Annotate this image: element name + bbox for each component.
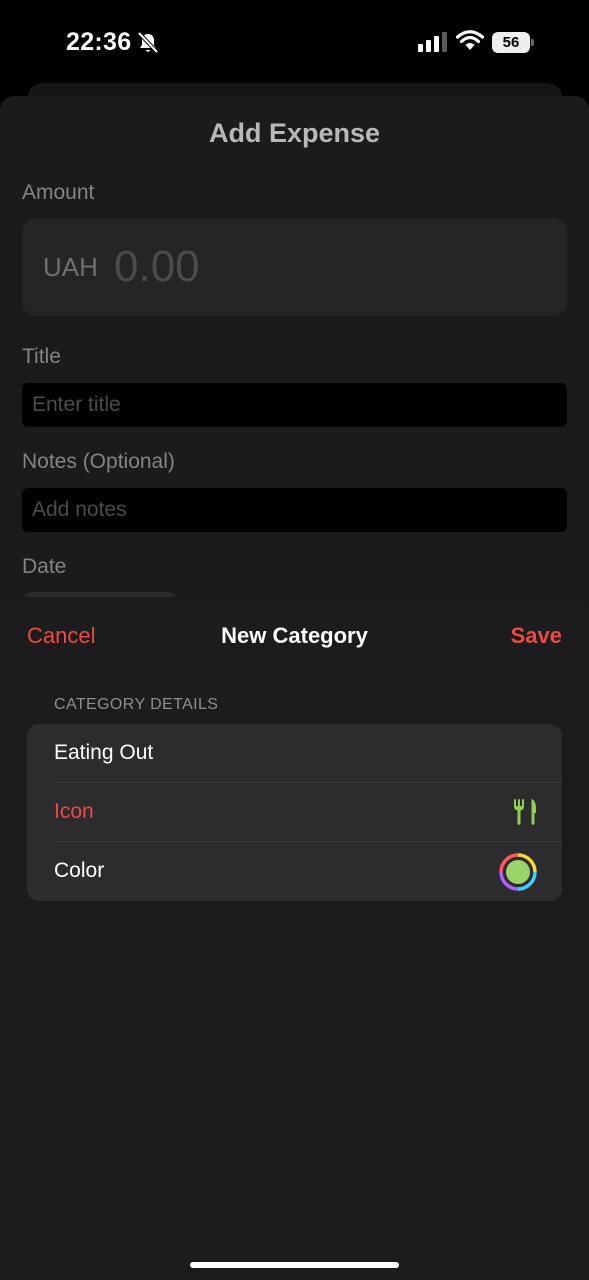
icon-row[interactable]: Icon [27,783,562,842]
battery-cap [531,39,534,46]
date-label: Date [22,555,67,578]
add-expense-title: Add Expense [208,118,381,148]
fork-knife-icon [514,799,536,825]
color-row[interactable]: Color [27,842,562,901]
category-name-value[interactable]: Eating Out [54,741,153,765]
color-picker-icon[interactable] [499,853,537,891]
signal-icon [418,32,447,52]
battery-level: 56 [492,32,530,53]
cancel-button[interactable]: Cancel [27,623,95,649]
amount-value[interactable]: 0.00 [114,242,200,292]
status-time: 22:36 [66,28,132,56]
status-bar: 22:36 56 [0,0,589,84]
icon-row-label: Icon [54,800,94,823]
save-button[interactable]: Save [511,623,562,649]
notes-input[interactable] [22,488,567,532]
section-header: CATEGORY DETAILS [54,696,219,713]
title-input[interactable] [22,383,567,427]
bell-slash-icon [137,31,159,54]
screen: 22:36 56 Add Expense Amount UAH 0.00 Tit… [0,0,589,1280]
selected-color-swatch [506,860,530,884]
title-label: Title [22,345,61,368]
category-details-group: Eating Out Icon Color [27,724,562,901]
category-name-field[interactable]: Eating Out [27,724,562,783]
currency-label: UAH [43,252,98,282]
new-category-sheet: Cancel New Category Save CATEGORY DETAIL… [0,597,589,1280]
color-row-label: Color [54,859,105,882]
battery-icon: 56 [492,32,534,53]
amount-label: Amount [22,181,95,204]
home-indicator[interactable] [190,1262,399,1268]
amount-field[interactable]: UAH 0.00 [22,218,567,316]
notes-label: Notes (Optional) [22,450,175,473]
wifi-icon [456,30,484,50]
